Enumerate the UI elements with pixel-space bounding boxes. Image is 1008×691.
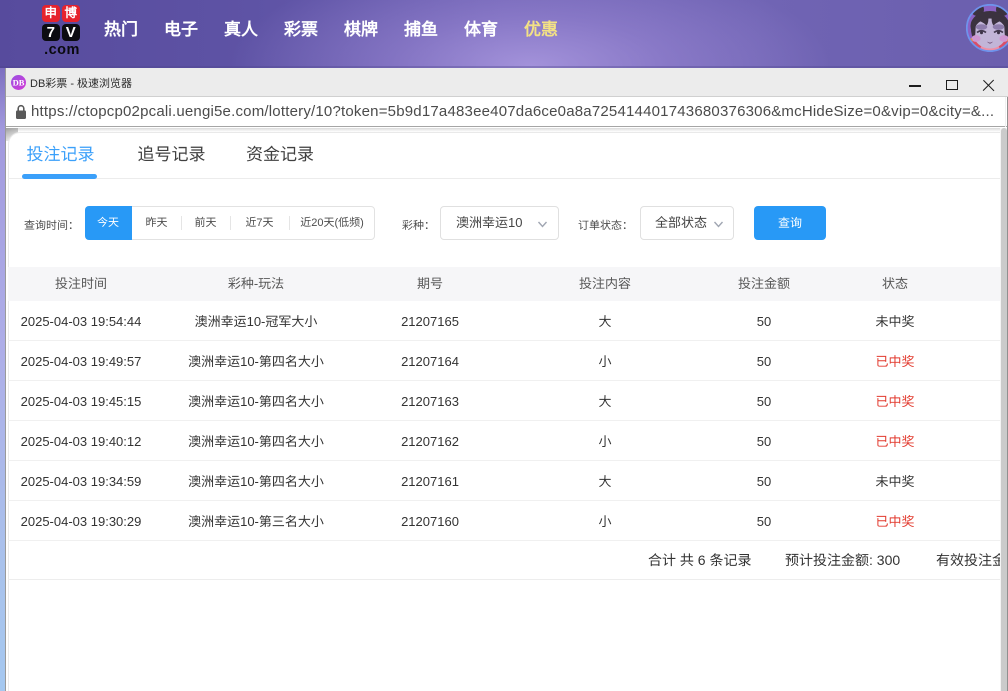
svg-text:DB: DB — [13, 78, 25, 88]
